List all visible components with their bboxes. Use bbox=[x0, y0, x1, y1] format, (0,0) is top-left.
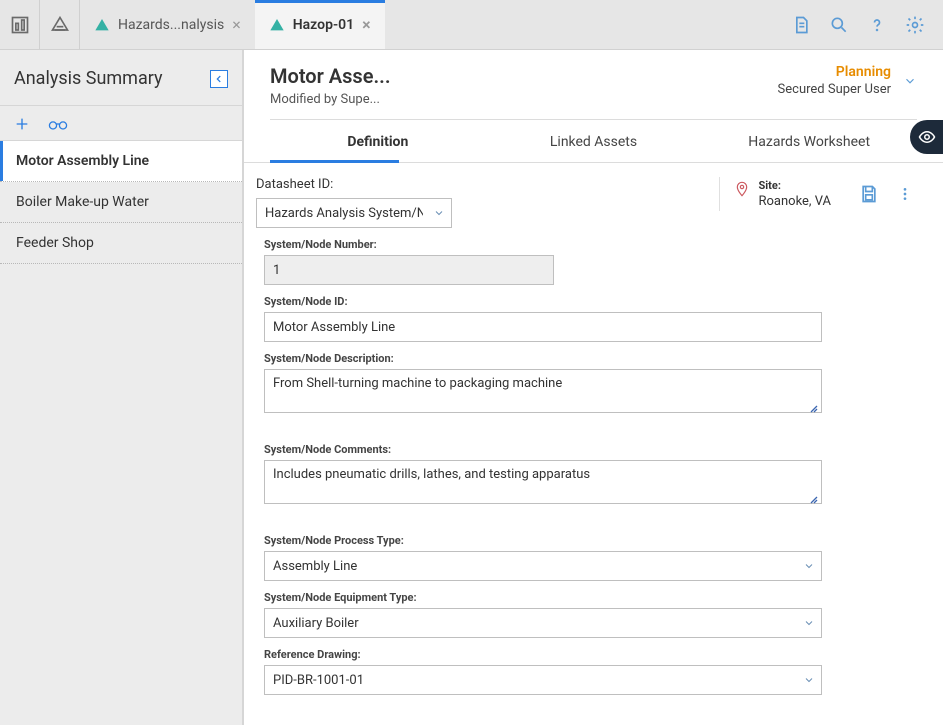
datasheet-id-label: Datasheet ID: bbox=[256, 177, 699, 192]
chevron-down-icon bbox=[803, 617, 815, 629]
process-type-label: System/Node Process Type: bbox=[264, 534, 917, 547]
subtab-label: Definition bbox=[347, 134, 408, 150]
equipment-type-value: Auxiliary Boiler bbox=[273, 616, 359, 631]
eye-icon bbox=[918, 128, 936, 146]
main-content: Motor Asse... Modified by Supe... Planni… bbox=[244, 50, 943, 725]
dashboard-icon-button[interactable] bbox=[0, 0, 40, 49]
status-dropdown-button[interactable] bbox=[903, 74, 917, 88]
tab-label: Hazards...nalysis bbox=[118, 17, 224, 33]
page-title: Motor Asse... bbox=[270, 64, 410, 88]
datasheet-id-select[interactable]: Hazards Analysis System/Node bbox=[256, 198, 452, 228]
site-value: Roanoke, VA bbox=[758, 194, 831, 209]
help-button[interactable] bbox=[859, 7, 895, 43]
binoculars-icon bbox=[48, 116, 68, 132]
ref-drawing-value: PID-BR-1001-01 bbox=[273, 673, 364, 688]
tab-linked-assets[interactable]: Linked Assets bbox=[486, 120, 702, 162]
kebab-icon bbox=[897, 184, 913, 204]
sidebar-item-feeder-shop[interactable]: Feeder Shop bbox=[0, 223, 242, 264]
plus-icon bbox=[14, 116, 30, 132]
node-desc-label: System/Node Description: bbox=[264, 352, 917, 365]
process-type-select[interactable]: Assembly Line bbox=[264, 551, 822, 581]
node-id-label: System/Node ID: bbox=[264, 295, 917, 308]
subtab-label: Hazards Worksheet bbox=[748, 134, 870, 150]
chevron-down-icon bbox=[433, 207, 445, 219]
current-user-label: Secured Super User bbox=[778, 82, 891, 97]
more-actions-button[interactable] bbox=[897, 184, 913, 204]
sidebar-item-motor-assembly-line[interactable]: Motor Assembly Line bbox=[0, 141, 242, 182]
sidebar-title: Analysis Summary bbox=[14, 68, 163, 89]
sidebar-item-boiler-make-up-water[interactable]: Boiler Make-up Water bbox=[0, 182, 242, 223]
search-nodes-button[interactable] bbox=[48, 116, 68, 132]
hazard-module-icon-button[interactable] bbox=[40, 0, 80, 49]
site-label: Site: bbox=[758, 179, 831, 192]
collapse-sidebar-button[interactable] bbox=[210, 70, 228, 88]
topbar: Hazards...nalysis × Hazop-01 × bbox=[0, 0, 943, 50]
hazard-triangle-icon bbox=[269, 17, 285, 33]
close-icon[interactable]: × bbox=[362, 15, 371, 34]
search-button[interactable] bbox=[821, 7, 857, 43]
save-button[interactable] bbox=[859, 184, 879, 204]
node-desc-textarea[interactable] bbox=[264, 369, 822, 413]
process-type-value: Assembly Line bbox=[273, 559, 357, 574]
tab-label: Hazop-01 bbox=[293, 17, 354, 33]
save-icon bbox=[859, 184, 879, 204]
sidebar-item-label: Feeder Shop bbox=[16, 235, 94, 251]
equipment-type-label: System/Node Equipment Type: bbox=[264, 591, 917, 604]
node-number-label: System/Node Number: bbox=[264, 238, 917, 251]
chevron-down-icon bbox=[803, 560, 815, 572]
node-comments-label: System/Node Comments: bbox=[264, 443, 917, 456]
document-icon bbox=[791, 15, 811, 35]
tab-hazards-worksheet[interactable]: Hazards Worksheet bbox=[701, 120, 917, 162]
ref-drawing-select[interactable]: PID-BR-1001-01 bbox=[264, 665, 822, 695]
search-icon bbox=[829, 15, 849, 35]
tab-hazop-01[interactable]: Hazop-01 × bbox=[255, 0, 385, 49]
help-icon bbox=[867, 15, 887, 35]
ref-drawing-label: Reference Drawing: bbox=[264, 648, 917, 661]
node-number-input bbox=[264, 255, 554, 285]
sidebar-item-label: Boiler Make-up Water bbox=[16, 194, 149, 210]
node-comments-textarea[interactable] bbox=[264, 460, 822, 504]
gear-icon bbox=[905, 15, 925, 35]
hazard-triangle-icon bbox=[94, 17, 110, 33]
node-id-input[interactable] bbox=[264, 312, 822, 342]
quick-view-button[interactable] bbox=[910, 120, 943, 154]
chevron-down-icon bbox=[903, 74, 917, 88]
sidebar: Analysis Summary Motor Assembly Line B bbox=[0, 50, 244, 725]
tab-definition[interactable]: Definition bbox=[270, 120, 486, 162]
location-pin-icon bbox=[734, 179, 750, 199]
status-badge: Planning bbox=[778, 64, 891, 80]
tab-hazards-analysis[interactable]: Hazards...nalysis × bbox=[80, 0, 255, 49]
close-icon[interactable]: × bbox=[232, 15, 241, 34]
add-node-button[interactable] bbox=[14, 116, 30, 132]
modified-by-label: Modified by Supe... bbox=[270, 92, 778, 107]
reference-docs-button[interactable] bbox=[783, 7, 819, 43]
sidebar-item-label: Motor Assembly Line bbox=[16, 153, 149, 169]
subtab-label: Linked Assets bbox=[550, 134, 637, 150]
chevron-left-icon bbox=[214, 74, 224, 84]
triangle-stack-icon bbox=[50, 15, 70, 35]
dashboard-icon bbox=[10, 15, 30, 35]
datasheet-id-value: Hazards Analysis System/Node bbox=[265, 206, 423, 221]
chevron-down-icon bbox=[803, 674, 815, 686]
equipment-type-select[interactable]: Auxiliary Boiler bbox=[264, 608, 822, 638]
settings-button[interactable] bbox=[897, 7, 933, 43]
